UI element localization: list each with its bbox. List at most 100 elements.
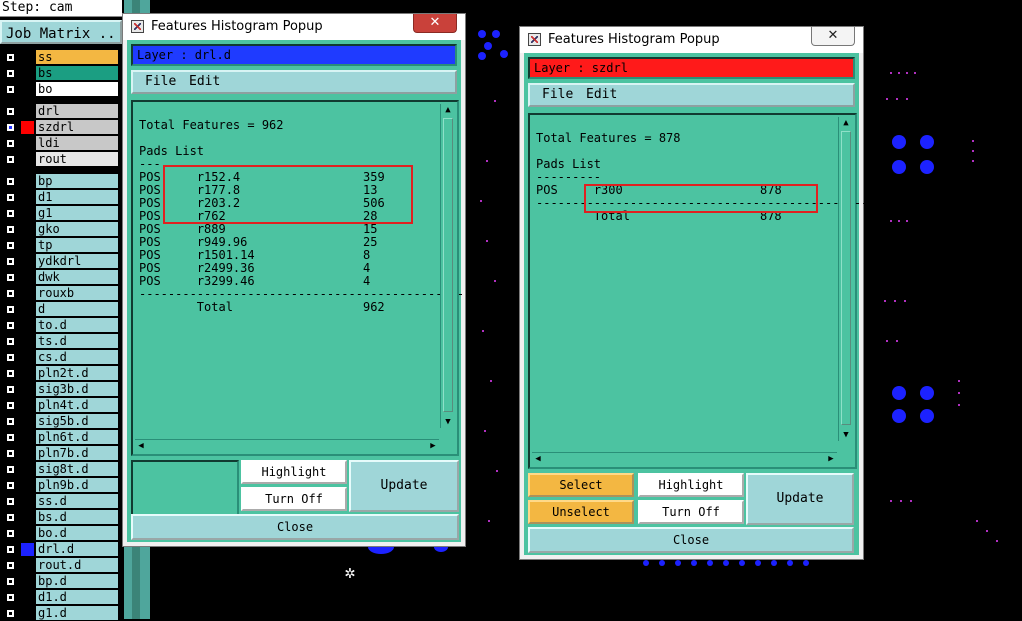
layer-name[interactable]: gko (36, 222, 118, 236)
layer-color-swatch[interactable] (21, 527, 34, 540)
menu-file[interactable]: File (145, 74, 176, 89)
layer-row-rout[interactable]: rout (0, 152, 122, 167)
layer-row-dwk[interactable]: dwk (0, 270, 122, 285)
layer-checkbox[interactable] (6, 337, 15, 346)
layer-color-swatch[interactable] (21, 383, 34, 396)
layer-checkbox[interactable] (6, 289, 15, 298)
layer-color-swatch[interactable] (21, 559, 34, 572)
window-close-button[interactable]: ✕ (811, 27, 855, 46)
update-button[interactable]: Update (746, 473, 854, 525)
highlight-button[interactable]: Highlight (638, 473, 744, 497)
scroll-up-icon[interactable]: ▲ (442, 104, 454, 116)
layer-row-sig8t.d[interactable]: sig8t.d (0, 462, 122, 477)
layer-color-swatch[interactable] (21, 335, 34, 348)
layer-checkbox[interactable] (6, 305, 15, 314)
layer-color-swatch[interactable] (21, 399, 34, 412)
layer-color-swatch[interactable] (21, 287, 34, 300)
layer-row-ydkdrl[interactable]: ydkdrl (0, 254, 122, 269)
layer-color-swatch[interactable] (21, 239, 34, 252)
layer-checkbox[interactable] (6, 257, 15, 266)
layer-name[interactable]: bo.d (36, 526, 118, 540)
layer-color-swatch[interactable] (21, 415, 34, 428)
layer-color-swatch[interactable] (21, 479, 34, 492)
layer-name[interactable]: g1 (36, 206, 118, 220)
layer-color-swatch[interactable] (21, 121, 34, 134)
layer-name[interactable]: bp (36, 174, 118, 188)
layer-row-gko[interactable]: gko (0, 222, 122, 237)
layer-name[interactable]: drl (36, 104, 118, 118)
layer-checkbox[interactable] (6, 529, 15, 538)
layer-row-rout.d[interactable]: rout.d (0, 558, 122, 573)
layer-checkbox[interactable] (6, 321, 15, 330)
layer-checkbox[interactable] (6, 465, 15, 474)
layer-row-pln7b.d[interactable]: pln7b.d (0, 446, 122, 461)
vertical-scrollbar[interactable]: ▲ ▼ (440, 104, 455, 428)
layer-checkbox[interactable] (6, 481, 15, 490)
layer-color-swatch[interactable] (21, 431, 34, 444)
layer-name[interactable]: szdrl (36, 120, 118, 134)
layer-name[interactable]: sig8t.d (36, 462, 118, 476)
layer-name[interactable]: pln9b.d (36, 478, 118, 492)
layer-color-swatch[interactable] (21, 463, 34, 476)
scroll-left-icon[interactable]: ◀ (532, 453, 544, 465)
layer-name[interactable]: pln6t.d (36, 430, 118, 444)
layer-color-swatch[interactable] (21, 153, 34, 166)
layer-checkbox[interactable] (6, 497, 15, 506)
layer-name[interactable]: ss.d (36, 494, 118, 508)
layer-row-cs.d[interactable]: cs.d (0, 350, 122, 365)
layer-color-swatch[interactable] (21, 175, 34, 188)
layer-checkbox[interactable] (6, 561, 15, 570)
layer-row-drl.d[interactable]: drl.d (0, 542, 122, 557)
layer-row-d[interactable]: d (0, 302, 122, 317)
menu-edit[interactable]: Edit (586, 87, 617, 102)
scroll-thumb[interactable] (841, 131, 851, 425)
scroll-up-icon[interactable]: ▲ (840, 117, 852, 129)
layer-color-swatch[interactable] (21, 447, 34, 460)
layer-checkbox[interactable] (6, 107, 15, 116)
scroll-thumb[interactable] (443, 118, 453, 412)
layer-name[interactable]: pln4t.d (36, 398, 118, 412)
layer-row-ss.d[interactable]: ss.d (0, 494, 122, 509)
layer-row-bp.d[interactable]: bp.d (0, 574, 122, 589)
layer-color-swatch[interactable] (21, 191, 34, 204)
highlight-button[interactable]: Highlight (241, 460, 347, 484)
layer-row-g1[interactable]: g1 (0, 206, 122, 221)
layer-checkbox[interactable] (6, 241, 15, 250)
layer-row-rouxb[interactable]: rouxb (0, 286, 122, 301)
layer-row-sig3b.d[interactable]: sig3b.d (0, 382, 122, 397)
layer-row-ldi[interactable]: ldi (0, 136, 122, 151)
vertical-scrollbar[interactable]: ▲ ▼ (838, 117, 853, 441)
layer-color-swatch[interactable] (21, 223, 34, 236)
layer-row-bs.d[interactable]: bs.d (0, 510, 122, 525)
layer-color-swatch[interactable] (21, 367, 34, 380)
layer-row-pln6t.d[interactable]: pln6t.d (0, 430, 122, 445)
layer-color-swatch[interactable] (21, 271, 34, 284)
layer-name[interactable]: rout (36, 152, 118, 166)
layer-checkbox[interactable] (6, 209, 15, 218)
layer-row-tp[interactable]: tp (0, 238, 122, 253)
layer-row-sig5b.d[interactable]: sig5b.d (0, 414, 122, 429)
layer-name[interactable]: dwk (36, 270, 118, 284)
window-close-button[interactable]: ✕ (413, 14, 457, 33)
update-button[interactable]: Update (349, 460, 459, 512)
layer-color-swatch[interactable] (21, 137, 34, 150)
layer-checkbox[interactable] (6, 85, 15, 94)
unselect-button[interactable]: Unselect (528, 500, 634, 524)
layer-color-swatch[interactable] (21, 67, 34, 80)
layer-checkbox[interactable] (6, 123, 15, 132)
layer-checkbox[interactable] (6, 513, 15, 522)
layer-color-swatch[interactable] (21, 351, 34, 364)
layer-checkbox[interactable] (6, 433, 15, 442)
menu-file[interactable]: File (542, 87, 573, 102)
layer-name[interactable]: sig5b.d (36, 414, 118, 428)
layer-checkbox[interactable] (6, 417, 15, 426)
layer-name[interactable]: rouxb (36, 286, 118, 300)
layer-row-to.d[interactable]: to.d (0, 318, 122, 333)
horizontal-scrollbar[interactable]: ◀ ▶ (532, 452, 837, 465)
layer-row-pln4t.d[interactable]: pln4t.d (0, 398, 122, 413)
histogram-text-area[interactable]: Total Features = 878 Pads List ---------… (528, 113, 904, 469)
histogram-text-area[interactable]: Total Features = 962 Pads List --- POS r… (131, 100, 507, 456)
menu-edit[interactable]: Edit (189, 74, 220, 89)
layer-row-bp[interactable]: bp (0, 174, 122, 189)
turn-off-button[interactable]: Turn Off (241, 487, 347, 511)
